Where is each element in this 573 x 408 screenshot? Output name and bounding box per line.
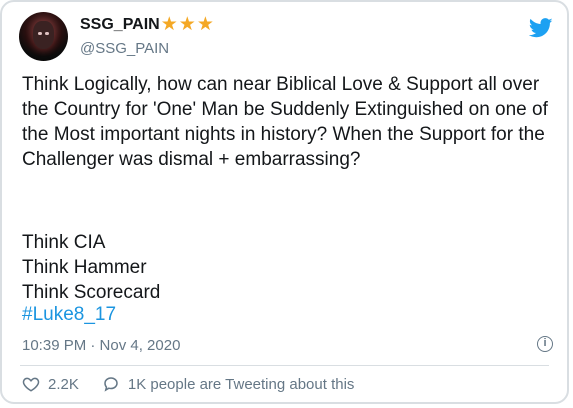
avatar-face: [33, 21, 54, 49]
star-icon: ★: [196, 14, 214, 35]
hashtag-link[interactable]: #Luke8_17: [22, 302, 116, 327]
display-name[interactable]: SSG_PAIN ★ ★ ★: [80, 14, 215, 35]
like-button[interactable]: 2.2K: [22, 375, 79, 393]
tweet-text: Think Logically, how can near Biblical L…: [22, 74, 554, 170]
timestamp-link[interactable]: 10:39 PM · Nov 4, 2020: [22, 337, 180, 354]
tweet-card[interactable]: SSG_PAIN ★ ★ ★ @SSG_PAIN Think Logically…: [0, 0, 569, 404]
tweet-line: Think CIA: [22, 232, 106, 253]
heart-icon: [22, 377, 40, 392]
tweeting-about-link[interactable]: 1K people are Tweeting about this: [102, 375, 355, 393]
avatar-eye-left: [38, 32, 42, 35]
info-icon[interactable]: i: [537, 336, 553, 352]
star-icon: ★: [160, 14, 178, 35]
speech-bubble-icon: [104, 377, 118, 392]
star-icon: ★: [178, 14, 196, 35]
avatar[interactable]: [19, 12, 68, 61]
tweeting-about-text: 1K people are Tweeting about this: [127, 375, 355, 393]
tweet-line: Think Hammer: [22, 257, 147, 278]
star-icons: ★ ★ ★: [160, 14, 215, 35]
like-count: 2.2K: [48, 375, 79, 393]
display-name-text[interactable]: SSG_PAIN: [80, 16, 160, 34]
tweet-actions: 2.2K 1K people are Tweeting about this: [22, 375, 354, 393]
twitter-bird-icon[interactable]: [529, 18, 553, 38]
divider: [20, 365, 549, 366]
avatar-eye-right: [45, 32, 49, 35]
user-handle[interactable]: @SSG_PAIN: [80, 40, 169, 57]
